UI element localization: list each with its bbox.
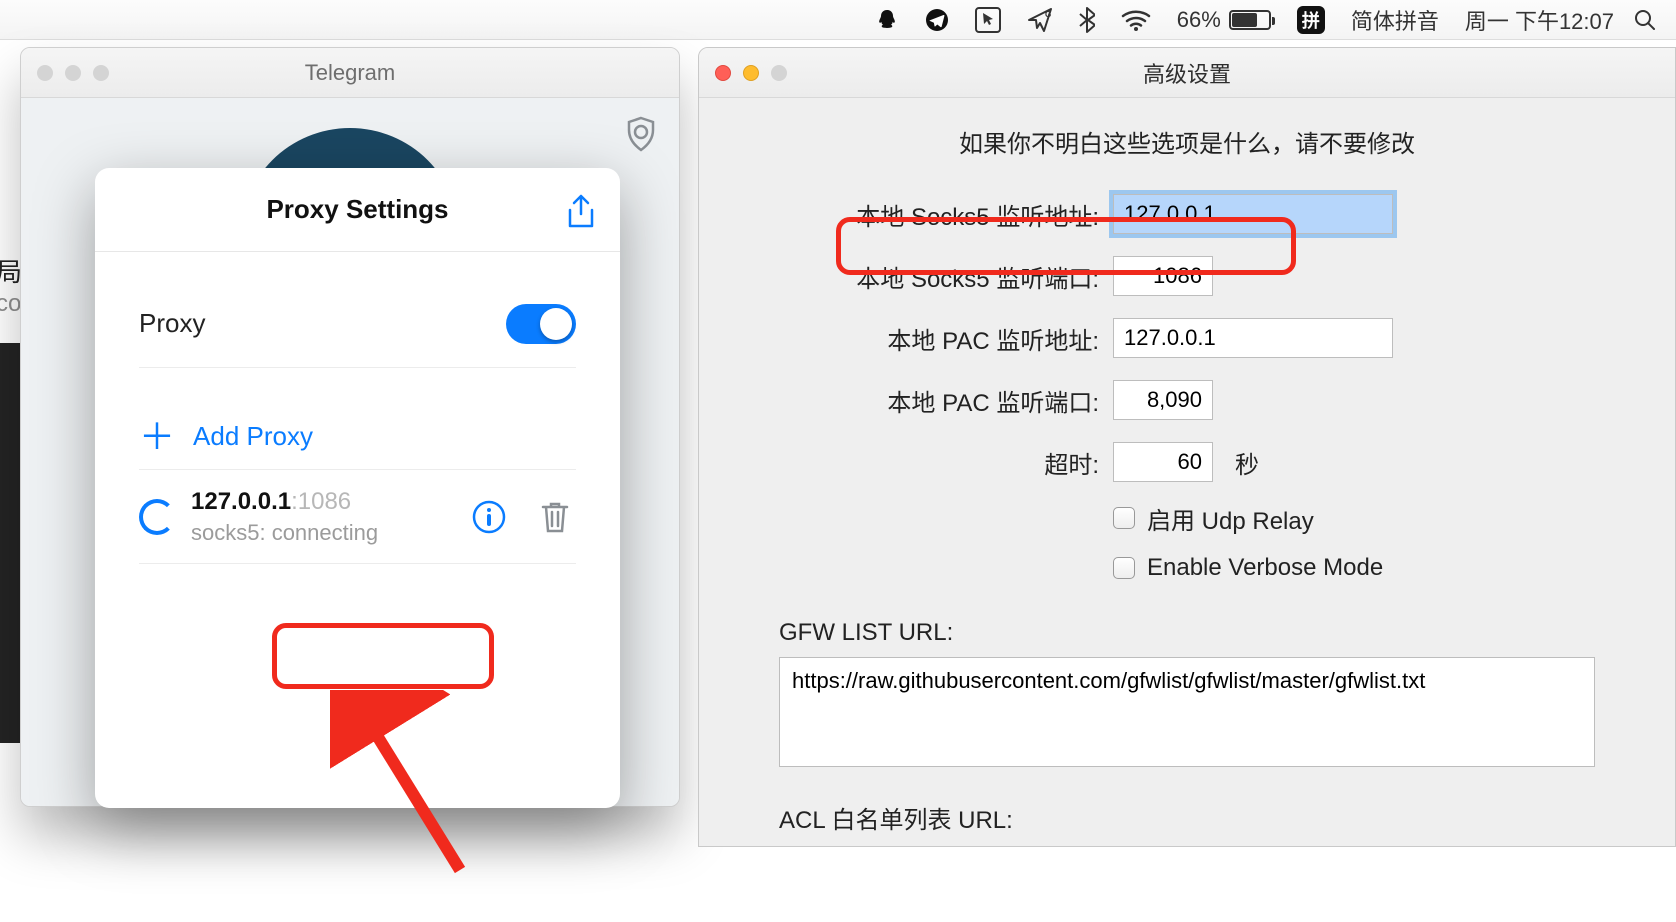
macos-menubar: G 66% 拼 简体拼音 周一 下午12:07 <box>0 0 1676 40</box>
add-proxy-button[interactable]: ＋ Add Proxy <box>139 404 576 470</box>
wifi-icon[interactable] <box>1121 9 1151 31</box>
proxy-entry-status: socks5: connecting <box>191 520 378 546</box>
ime-icon[interactable]: 拼 <box>1297 6 1325 34</box>
verbose-mode-label: Enable Verbose Mode <box>1147 554 1383 582</box>
ime-label[interactable]: 简体拼音 <box>1351 4 1439 36</box>
verbose-mode-checkbox[interactable] <box>1113 557 1135 579</box>
advanced-settings-title: 高级设置 <box>699 57 1675 89</box>
shield-icon[interactable] <box>625 116 657 157</box>
gfw-url-textarea[interactable]: https://raw.githubusercontent.com/gfwlis… <box>779 657 1595 767</box>
loading-spinner-icon <box>139 499 175 535</box>
proxy-settings-header: Proxy Settings <box>95 168 620 252</box>
advanced-settings-warning: 如果你不明白这些选项是什么，请不要修改 <box>779 114 1595 183</box>
paper-plane-icon[interactable]: G <box>1027 7 1053 33</box>
proxy-entry-address: 127.0.0.1:1086 <box>191 488 378 516</box>
socks5-port-label: 本地 Socks5 监听端口: <box>779 259 1099 294</box>
add-proxy-label: Add Proxy <box>193 421 313 452</box>
telegram-menubar-icon[interactable] <box>925 8 949 32</box>
spotlight-icon[interactable] <box>1634 9 1656 31</box>
battery-status[interactable]: 66% <box>1177 7 1271 33</box>
gfw-url-label: GFW LIST URL: <box>779 619 1595 647</box>
pac-address-label: 本地 PAC 监听地址: <box>779 321 1099 356</box>
proxy-settings-popup: Proxy Settings Proxy ＋ Add Proxy 127.0.0… <box>95 168 620 808</box>
proxy-entry-ip: 127.0.0.1 <box>191 488 291 515</box>
telegram-titlebar[interactable]: Telegram <box>21 48 679 98</box>
info-icon[interactable] <box>472 500 506 534</box>
qq-icon[interactable] <box>875 8 899 32</box>
proxy-settings-title: Proxy Settings <box>266 194 448 225</box>
bluetooth-icon[interactable] <box>1079 7 1095 33</box>
proxy-toggle-switch[interactable] <box>506 304 576 344</box>
share-icon[interactable] <box>566 194 596 235</box>
timeout-label: 超时: <box>779 445 1099 480</box>
socks5-address-label: 本地 Socks5 监听地址: <box>779 197 1099 232</box>
svg-text:G: G <box>1045 10 1051 19</box>
advanced-settings-window: 高级设置 如果你不明白这些选项是什么，请不要修改 本地 Socks5 监听地址:… <box>698 47 1676 847</box>
socks5-address-input[interactable] <box>1113 194 1393 234</box>
acl-url-label: ACL 白名单列表 URL: <box>779 800 1595 835</box>
proxy-entry[interactable]: 127.0.0.1:1086 socks5: connecting <box>139 470 576 564</box>
timeout-input[interactable] <box>1113 442 1213 482</box>
advanced-settings-titlebar[interactable]: 高级设置 <box>699 48 1675 98</box>
proxy-entry-port: :1086 <box>291 488 351 515</box>
telegram-title: Telegram <box>21 60 679 86</box>
trash-icon[interactable] <box>540 500 570 534</box>
pac-address-input[interactable] <box>1113 318 1393 358</box>
udp-relay-label: 启用 Udp Relay <box>1147 501 1314 536</box>
battery-percent: 66% <box>1177 7 1221 33</box>
plus-icon: ＋ <box>139 419 175 455</box>
pac-port-input[interactable] <box>1113 380 1213 420</box>
clock: 周一 下午12:07 <box>1465 4 1614 36</box>
cursor-box-icon[interactable] <box>975 7 1001 33</box>
proxy-toggle-label: Proxy <box>139 308 205 339</box>
pac-port-label: 本地 PAC 监听端口: <box>779 383 1099 418</box>
udp-relay-checkbox[interactable] <box>1113 507 1135 529</box>
battery-icon <box>1229 10 1271 30</box>
background-text-2: co <box>0 290 21 318</box>
timeout-unit: 秒 <box>1235 445 1259 480</box>
background-dark-strip <box>0 343 22 743</box>
socks5-port-input[interactable] <box>1113 256 1213 296</box>
